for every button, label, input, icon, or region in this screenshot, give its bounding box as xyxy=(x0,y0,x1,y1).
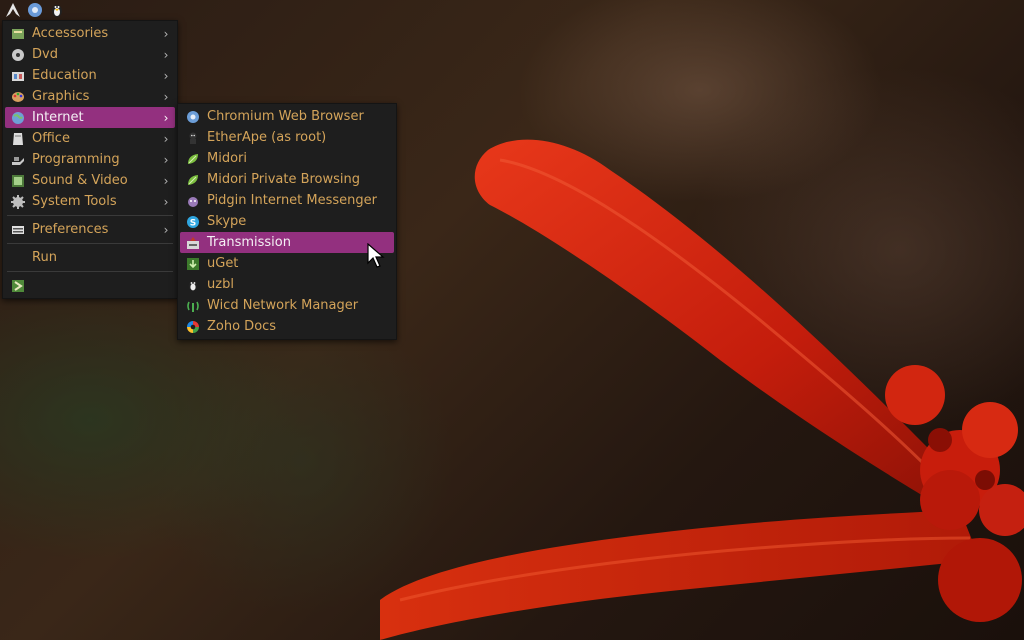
submenu-item-label: Chromium Web Browser xyxy=(207,109,364,124)
chevron-right-icon: › xyxy=(163,47,169,62)
menu-item-label: Dvd xyxy=(32,47,58,62)
menu-item-label: Run xyxy=(32,250,57,265)
menu-item-preferences[interactable]: Preferences › xyxy=(5,219,175,240)
programming-icon xyxy=(10,152,26,168)
chevron-right-icon: › xyxy=(163,89,169,104)
menu-item-label: Programming xyxy=(32,152,120,167)
submenu-item-label: Skype xyxy=(207,214,247,229)
sound-video-icon xyxy=(10,173,26,189)
menu-separator xyxy=(7,215,173,216)
submenu-item-uget[interactable]: uGet xyxy=(180,253,394,274)
submenu-item-transmission[interactable]: Transmission xyxy=(180,232,394,253)
chromium-icon xyxy=(185,109,201,125)
submenu-item-midori[interactable]: Midori xyxy=(180,148,394,169)
logout-icon xyxy=(10,278,26,294)
preferences-icon xyxy=(10,222,26,238)
menu-item-label: Accessories xyxy=(32,26,109,41)
chevron-right-icon: › xyxy=(163,68,169,83)
menu-item-run[interactable]: Run xyxy=(5,247,175,268)
menu-item-office[interactable]: Office › xyxy=(5,128,175,149)
submenu-item-label: Pidgin Internet Messenger xyxy=(207,193,377,208)
menu-item-label: Education xyxy=(32,68,97,83)
chevron-right-icon: › xyxy=(163,110,169,125)
menu-separator xyxy=(7,243,173,244)
uget-icon xyxy=(185,256,201,272)
submenu-item-label: Wicd Network Manager xyxy=(207,298,359,313)
submenu-item-zoho-docs[interactable]: Zoho Docs xyxy=(180,316,394,337)
submenu-item-wicd[interactable]: Wicd Network Manager xyxy=(180,295,394,316)
arch-logo-icon[interactable] xyxy=(4,1,22,19)
svg-text:S: S xyxy=(190,218,196,228)
submenu-item-uzbl[interactable]: uzbl xyxy=(180,274,394,295)
menu-item-label: Office xyxy=(32,131,70,146)
menu-item-sound-video[interactable]: Sound & Video › xyxy=(5,170,175,191)
graphics-palette-icon xyxy=(10,89,26,105)
dvd-icon xyxy=(10,47,26,63)
menu-item-dvd[interactable]: Dvd › xyxy=(5,44,175,65)
submenu-item-label: Midori Private Browsing xyxy=(207,172,361,187)
chevron-right-icon: › xyxy=(163,131,169,146)
office-icon xyxy=(10,131,26,147)
submenu-item-label: Transmission xyxy=(207,235,291,250)
zoho-docs-icon xyxy=(185,319,201,335)
menu-item-label: System Tools xyxy=(32,194,117,209)
submenu-item-chromium[interactable]: Chromium Web Browser xyxy=(180,106,394,127)
wicd-icon xyxy=(185,298,201,314)
menu-item-label: Internet xyxy=(32,110,84,125)
submenu-item-label: Midori xyxy=(207,151,247,166)
chevron-right-icon: › xyxy=(163,173,169,188)
menu-item-internet[interactable]: Internet › xyxy=(5,107,175,128)
internet-globe-icon xyxy=(10,110,26,126)
submenu-item-label: EtherApe (as root) xyxy=(207,130,327,145)
submenu-item-label: uzbl xyxy=(207,277,234,292)
menu-item-education[interactable]: Education › xyxy=(5,65,175,86)
applications-menu: Accessories › Dvd › Education › Graphics… xyxy=(2,20,178,299)
transmission-icon xyxy=(185,235,201,251)
menu-item-system-tools[interactable]: System Tools › xyxy=(5,191,175,212)
chevron-right-icon: › xyxy=(163,152,169,167)
menu-separator xyxy=(7,271,173,272)
pidgin-icon xyxy=(185,193,201,209)
menu-item-graphics[interactable]: Graphics › xyxy=(5,86,175,107)
submenu-item-etherape[interactable]: EtherApe (as root) xyxy=(180,127,394,148)
menu-item-programming[interactable]: Programming › xyxy=(5,149,175,170)
menu-item-label: Sound & Video xyxy=(32,173,128,188)
submenu-item-midori-private[interactable]: Midori Private Browsing xyxy=(180,169,394,190)
submenu-item-skype[interactable]: S Skype xyxy=(180,211,394,232)
tux-icon[interactable] xyxy=(48,1,66,19)
browser-globe-icon[interactable] xyxy=(26,1,44,19)
mouse-cursor-icon xyxy=(367,243,385,268)
chevron-right-icon: › xyxy=(163,194,169,209)
accessories-icon xyxy=(10,26,26,42)
menu-item-label: Preferences xyxy=(32,222,109,237)
desktop[interactable]: Accessories › Dvd › Education › Graphics… xyxy=(0,0,1024,640)
chevron-right-icon: › xyxy=(163,26,169,41)
menu-item-label: Graphics xyxy=(32,89,90,104)
internet-submenu: Chromium Web Browser EtherApe (as root) … xyxy=(177,103,397,340)
system-tools-gear-icon xyxy=(10,194,26,210)
uzbl-icon xyxy=(185,277,201,293)
midori-private-icon xyxy=(185,172,201,188)
midori-leaf-icon xyxy=(185,151,201,167)
skype-icon: S xyxy=(185,214,201,230)
menu-item-accessories[interactable]: Accessories › xyxy=(5,23,175,44)
submenu-item-label: uGet xyxy=(207,256,239,271)
top-panel xyxy=(0,0,66,20)
etherape-icon xyxy=(185,130,201,146)
submenu-item-label: Zoho Docs xyxy=(207,319,277,334)
education-icon xyxy=(10,68,26,84)
submenu-item-pidgin[interactable]: Pidgin Internet Messenger xyxy=(180,190,394,211)
chevron-right-icon: › xyxy=(163,222,169,237)
menu-item-logout[interactable] xyxy=(5,275,175,296)
